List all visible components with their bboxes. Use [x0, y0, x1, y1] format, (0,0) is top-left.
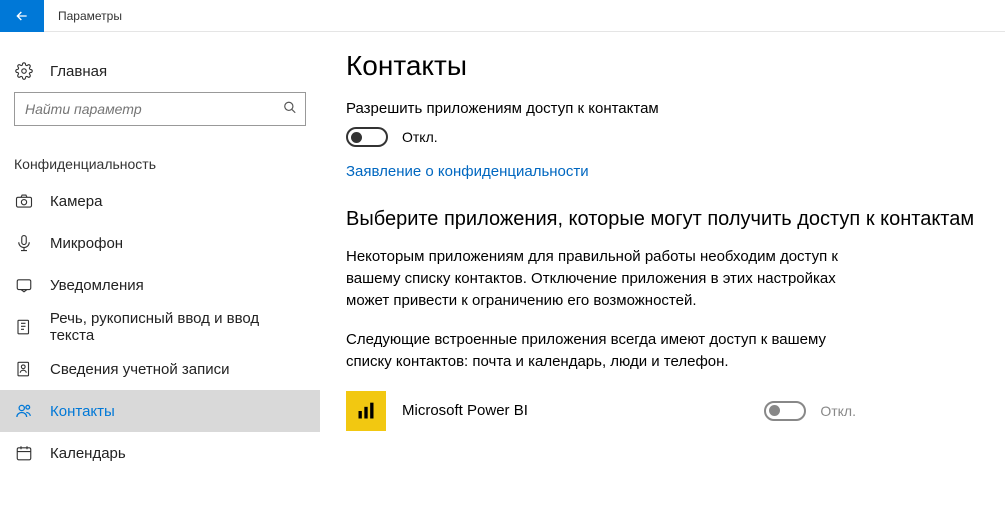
nav-camera[interactable]: Камера — [0, 180, 320, 222]
search-box[interactable] — [14, 92, 306, 126]
privacy-statement-link[interactable]: Заявление о конфиденциальности — [346, 163, 985, 180]
master-toggle[interactable] — [346, 127, 388, 147]
gear-icon — [14, 61, 34, 81]
contacts-icon — [14, 401, 34, 421]
page-heading: Контакты — [346, 50, 985, 82]
power-bi-icon — [346, 391, 386, 431]
nav-notifications[interactable]: Уведомления — [0, 264, 320, 306]
account-icon — [14, 359, 34, 379]
nav-speech[interactable]: Речь, рукописный ввод и ввод текста — [0, 306, 320, 348]
nav-home[interactable]: Главная — [0, 50, 320, 92]
search-input[interactable] — [15, 93, 305, 125]
nav-item-label: Камера — [50, 193, 102, 210]
nav-item-label: Речь, рукописный ввод и ввод текста — [50, 310, 306, 344]
nav-calendar[interactable]: Календарь — [0, 432, 320, 474]
nav-item-label: Сведения учетной записи — [50, 361, 230, 378]
app-row: Microsoft Power BI Откл. — [346, 391, 856, 431]
toggle-knob — [769, 405, 780, 416]
nav-item-label: Микрофон — [50, 235, 123, 252]
nav-microphone[interactable]: Микрофон — [0, 222, 320, 264]
toggle-knob — [351, 132, 362, 143]
microphone-icon — [14, 233, 34, 253]
allow-access-label: Разрешить приложениям доступ к контактам — [346, 100, 985, 117]
search-icon — [283, 101, 297, 118]
sidebar: Главная Конфиденциальность Камера — [0, 32, 320, 507]
sidebar-section-label: Конфиденциальность — [0, 144, 320, 180]
nav-item-label: Уведомления — [50, 277, 144, 294]
section-heading: Выберите приложения, которые могут получ… — [346, 206, 985, 232]
nav-home-label: Главная — [50, 63, 107, 80]
notification-icon — [14, 275, 34, 295]
camera-icon — [14, 191, 34, 211]
nav-item-label: Контакты — [50, 403, 115, 420]
speech-icon — [14, 317, 34, 337]
app-name: Microsoft Power BI — [402, 402, 764, 419]
nav-account[interactable]: Сведения учетной записи — [0, 348, 320, 390]
window-title: Параметры — [58, 9, 122, 23]
nav-contacts[interactable]: Контакты — [0, 390, 320, 432]
main-panel: Контакты Разрешить приложениям доступ к … — [320, 32, 1005, 507]
master-toggle-state: Откл. — [402, 129, 438, 145]
info-paragraph-1: Некоторым приложениям для правильной раб… — [346, 246, 846, 311]
app-toggle-state: Откл. — [820, 403, 856, 419]
info-paragraph-2: Следующие встроенные приложения всегда и… — [346, 329, 846, 373]
app-toggle[interactable] — [764, 401, 806, 421]
calendar-icon — [14, 443, 34, 463]
back-button[interactable] — [0, 0, 44, 32]
nav-item-label: Календарь — [50, 445, 126, 462]
